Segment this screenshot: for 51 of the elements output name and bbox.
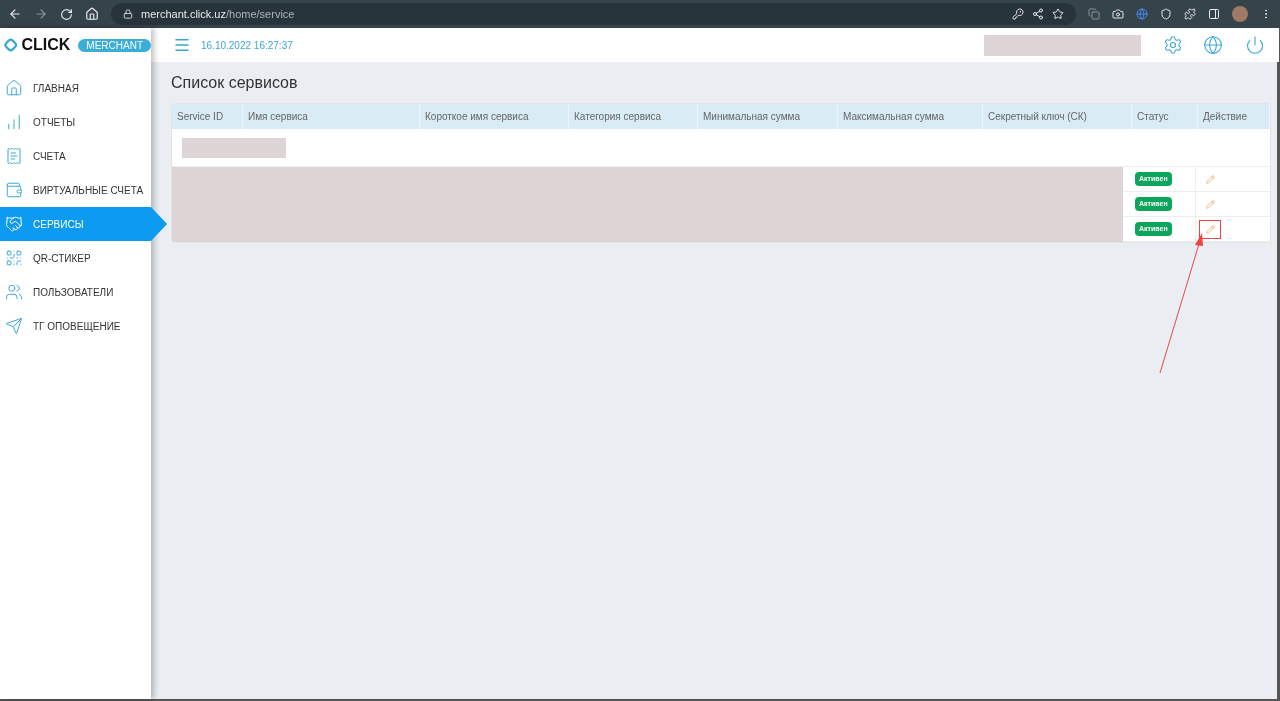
logo-text: CLICK — [21, 35, 71, 55]
column-header: Категория сервиса — [569, 104, 698, 129]
reload-icon[interactable] — [60, 7, 73, 21]
merchant-badge: MERCHANT — [78, 38, 151, 52]
column-header: Короткое имя сервиса — [420, 104, 569, 129]
home-icon[interactable] — [85, 7, 99, 21]
wallet-icon — [5, 181, 23, 199]
settings-icon[interactable] — [1163, 35, 1183, 55]
camera-icon[interactable] — [1112, 8, 1124, 20]
handshake-icon — [5, 215, 23, 233]
side-panel-icon[interactable] — [1208, 8, 1220, 20]
sidebar-item[interactable]: ТГ ОПОВЕЩЕНИЕ — [0, 309, 151, 343]
page-title: Список сервисов — [171, 73, 299, 93]
edit-button[interactable] — [1199, 219, 1221, 239]
pencil-icon — [1205, 199, 1215, 209]
column-header: Действие — [1198, 104, 1270, 129]
url-text: merchant.click.uz/home/service — [141, 6, 295, 22]
receipt-icon — [5, 147, 23, 165]
house-icon — [5, 79, 23, 97]
qr-code-icon — [5, 249, 23, 267]
sidebar-item[interactable]: СЧЕТА — [0, 139, 151, 173]
column-header: Service ID — [172, 104, 243, 129]
pencil-icon — [1205, 174, 1215, 184]
sidebar-item[interactable]: QR-СТИКЕР — [0, 241, 151, 275]
users-icon — [5, 283, 23, 301]
puzzle-icon[interactable] — [1184, 8, 1196, 20]
forward-icon[interactable] — [34, 7, 48, 21]
address-bar[interactable]: merchant.click.uz/home/service — [111, 3, 1076, 25]
column-header: Имя сервиса — [243, 104, 420, 129]
menu-icon[interactable] — [173, 36, 191, 54]
paper-plane-icon — [5, 317, 23, 335]
lock-icon — [123, 9, 133, 19]
sidebar-item[interactable]: ГЛАВНАЯ — [0, 71, 151, 105]
column-header: Максимальная сумма — [838, 104, 983, 129]
pencil-icon — [1205, 224, 1215, 234]
chart-icon — [5, 113, 23, 131]
globe-icon[interactable] — [1203, 35, 1223, 55]
star-icon[interactable] — [1052, 8, 1064, 20]
power-icon[interactable] — [1245, 35, 1265, 55]
sidebar-item[interactable]: ВИРТУАЛЬНЫЕ СЧЕТА — [0, 173, 151, 207]
sidebar-item[interactable]: ОТЧЕТЫ — [0, 105, 151, 139]
sidebar-item[interactable]: ПОЛЬЗОВАТЕЛИ — [0, 275, 151, 309]
profile-avatar[interactable] — [1232, 6, 1248, 22]
key-icon[interactable] — [1012, 8, 1024, 20]
share-icon[interactable] — [1032, 8, 1044, 20]
datetime-text: 16.10.2022 16:27:37 — [201, 38, 293, 53]
column-header: Статус — [1132, 104, 1198, 129]
back-icon[interactable] — [8, 7, 22, 21]
column-header: Минимальная сумма — [698, 104, 838, 129]
shield-icon[interactable] — [1160, 8, 1172, 20]
column-header: Секретный ключ (СК) — [983, 104, 1132, 129]
